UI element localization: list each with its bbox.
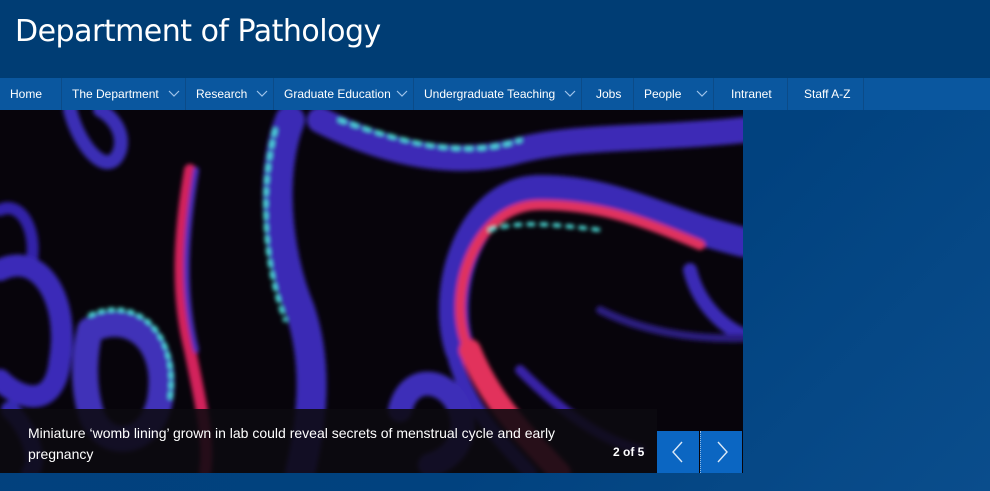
- chevron-down-icon[interactable]: [163, 78, 185, 110]
- chevron-right-icon: [716, 441, 728, 463]
- nav-item-label: Jobs: [596, 87, 622, 101]
- nav-item-label: Intranet: [731, 87, 772, 101]
- nav-item-label: Graduate Education: [284, 87, 391, 101]
- nav-item-undergraduate-teaching[interactable]: Undergraduate Teaching: [414, 78, 582, 110]
- previous-slide-button[interactable]: [657, 431, 699, 473]
- chevron-down-icon[interactable]: [251, 78, 273, 110]
- nav-item-label: People: [644, 87, 682, 101]
- nav-item-home[interactable]: Home: [0, 78, 62, 110]
- nav-item-label: Research: [196, 87, 248, 101]
- carousel-caption[interactable]: Miniature ‘womb lining’ grown in lab cou…: [28, 423, 598, 465]
- next-slide-button[interactable]: [700, 431, 742, 473]
- site-header: Department of Pathology: [0, 0, 990, 78]
- nav-item-the-department[interactable]: The Department: [62, 78, 186, 110]
- chevron-left-icon: [672, 441, 683, 463]
- slide-counter: 2 of 5: [613, 445, 645, 459]
- main-nav: Home The Department Research Graduate Ed…: [0, 78, 990, 110]
- nav-item-graduate-education[interactable]: Graduate Education: [274, 78, 414, 110]
- chevron-down-icon[interactable]: [391, 78, 413, 110]
- nav-item-label: Staff A-Z: [804, 87, 851, 101]
- chevron-down-icon[interactable]: [559, 78, 581, 110]
- nav-item-label: The Department: [72, 87, 159, 101]
- nav-item-research[interactable]: Research: [186, 78, 274, 110]
- nav-item-jobs[interactable]: Jobs: [582, 78, 634, 110]
- nav-item-label: Undergraduate Teaching: [424, 87, 556, 101]
- chevron-down-icon[interactable]: [691, 78, 713, 110]
- nav-item-people[interactable]: People: [634, 78, 714, 110]
- site-title[interactable]: Department of Pathology: [15, 14, 381, 49]
- nav-item-label: Home: [10, 87, 43, 101]
- nav-item-staff-a-z[interactable]: Staff A-Z: [788, 78, 864, 110]
- nav-item-intranet[interactable]: Intranet: [714, 78, 788, 110]
